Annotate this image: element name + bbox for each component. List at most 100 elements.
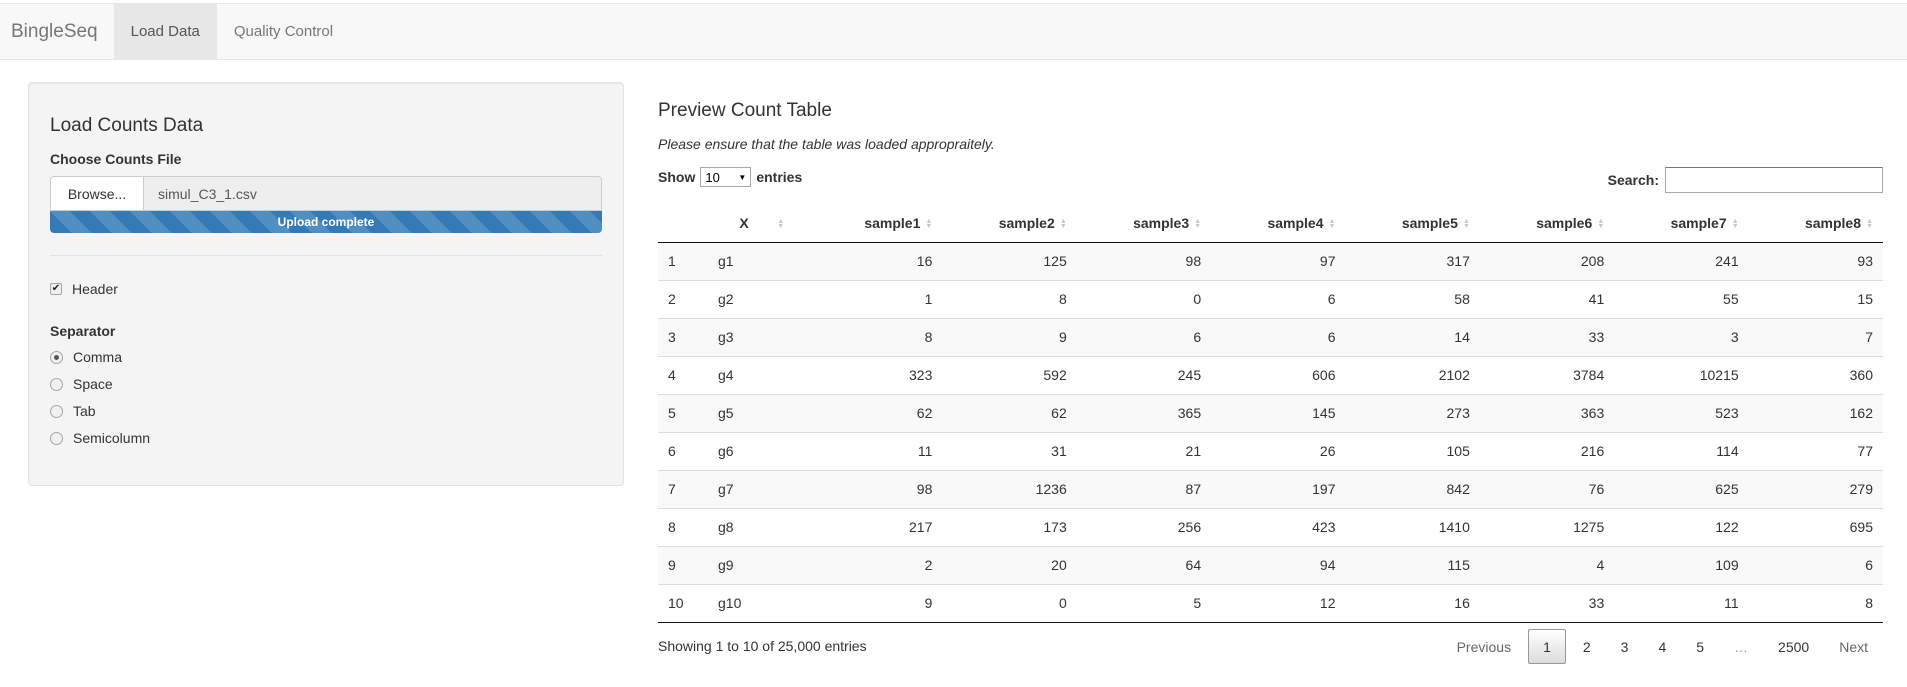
sort-icon[interactable]: ▲ ▼: [1328, 218, 1336, 230]
count-cell: 1: [808, 279, 943, 318]
checkmark-icon: ✔: [51, 283, 61, 294]
navbar: BingleSeq Load Data Quality Control: [0, 3, 1907, 60]
count-cell: 10215: [1614, 355, 1749, 394]
count-cell: 64: [1076, 545, 1212, 584]
page-button[interactable]: 4: [1643, 629, 1681, 664]
column-header-sample8[interactable]: sample8 ▲ ▼: [1748, 204, 1883, 243]
radio-button[interactable]: [50, 377, 63, 391]
gene-cell: g10: [708, 583, 808, 623]
count-cell: 6: [1076, 317, 1212, 356]
separator-option-comma[interactable]: Comma: [50, 349, 122, 365]
column-header-sample6[interactable]: sample6 ▲ ▼: [1479, 204, 1615, 243]
separator-option-tab[interactable]: Tab: [50, 403, 96, 419]
count-cell: 0: [1076, 279, 1212, 318]
row-index-cell: 10: [658, 583, 708, 623]
count-cell: 31: [942, 431, 1077, 470]
row-index-cell: 4: [658, 355, 708, 394]
count-cell: 8: [942, 279, 1077, 318]
page-button[interactable]: 2500: [1763, 629, 1824, 664]
count-cell: 62: [942, 393, 1077, 432]
entries-select-value: 10: [705, 169, 720, 185]
entries-select[interactable]: 10 ▼: [700, 167, 752, 187]
count-cell: 256: [1076, 507, 1212, 546]
next-page-button[interactable]: Next: [1824, 629, 1883, 664]
count-cell: 58: [1345, 279, 1480, 318]
upload-progress: Upload complete: [50, 211, 602, 233]
browse-button[interactable]: Browse...: [51, 177, 144, 210]
table-row: 3 g3 8 9 6 6 14 33 3 7: [658, 317, 1883, 356]
column-header-label: sample5: [1401, 214, 1458, 231]
page-button[interactable]: 1: [1528, 629, 1566, 664]
count-cell: 6: [1748, 545, 1883, 584]
count-cell: 0: [942, 583, 1077, 623]
separator-option-semicolumn[interactable]: Semicolumn: [50, 430, 150, 446]
previous-page-button[interactable]: Previous: [1442, 629, 1526, 664]
column-header-sample7[interactable]: sample7 ▲ ▼: [1614, 204, 1749, 243]
count-cell: 1275: [1479, 507, 1615, 546]
gene-cell: g3: [708, 317, 808, 356]
count-cell: 76: [1479, 469, 1615, 508]
sort-icon[interactable]: ▲ ▼: [924, 218, 932, 230]
count-cell: 7: [1748, 317, 1883, 356]
count-cell: 197: [1211, 469, 1346, 508]
tab-load-data[interactable]: Load Data: [113, 4, 217, 59]
column-header-label: sample8: [1804, 214, 1861, 231]
separator-option-space[interactable]: Space: [50, 376, 113, 392]
count-cell: 423: [1211, 507, 1346, 546]
sort-icon[interactable]: ▲ ▼: [1865, 218, 1873, 230]
page-button[interactable]: 3: [1606, 629, 1644, 664]
separator-option-label: Space: [73, 376, 113, 392]
count-cell: 4: [1479, 545, 1615, 584]
page-button[interactable]: 5: [1681, 629, 1719, 664]
column-header-label: sample1: [864, 214, 921, 231]
separator-label: Separator: [50, 323, 116, 339]
column-header-sample5[interactable]: sample5 ▲ ▼: [1345, 204, 1480, 243]
header-checkbox-row[interactable]: ✔ Header: [50, 281, 118, 297]
count-cell: 122: [1614, 507, 1749, 546]
count-cell: 2102: [1345, 355, 1480, 394]
sort-icon[interactable]: ▲ ▼: [777, 218, 785, 230]
table-info: Showing 1 to 10 of 25,000 entries: [658, 638, 867, 654]
header-checkbox[interactable]: ✔: [50, 283, 62, 295]
file-input[interactable]: Browse... simul_C3_1.csv: [50, 176, 602, 211]
radio-button[interactable]: [50, 350, 63, 364]
page-title: Preview Count Table: [658, 100, 832, 121]
sort-icon[interactable]: ▲ ▼: [1596, 218, 1604, 230]
gene-cell: g1: [708, 242, 808, 280]
page-numbers: 1 2 3 4 5 … 2500: [1526, 629, 1824, 664]
brand-title[interactable]: BingleSeq: [0, 4, 114, 59]
count-cell: 842: [1345, 469, 1480, 508]
column-header-sample1[interactable]: sample1 ▲ ▼: [808, 204, 943, 243]
sort-icon[interactable]: ▲ ▼: [1462, 218, 1470, 230]
table-row: 9 g9 2 20 64 94 115 4 109 6: [658, 545, 1883, 584]
radio-button[interactable]: [50, 431, 63, 445]
count-cell: 115: [1345, 545, 1480, 584]
sort-icon[interactable]: ▲ ▼: [1731, 218, 1739, 230]
column-header-sample3[interactable]: sample3 ▲ ▼: [1076, 204, 1212, 243]
gene-cell: g4: [708, 355, 808, 394]
count-cell: 16: [808, 242, 943, 280]
column-header-x[interactable]: X ▲ ▼: [708, 204, 808, 243]
count-cell: 162: [1748, 393, 1883, 432]
count-cell: 14: [1345, 317, 1480, 356]
count-cell: 273: [1345, 393, 1480, 432]
tab-quality-control[interactable]: Quality Control: [217, 4, 350, 59]
page-button[interactable]: 2: [1568, 629, 1606, 664]
column-header-sample2[interactable]: sample2 ▲ ▼: [942, 204, 1077, 243]
table-row: 4 g4 323 592 245 606 2102 3784 10215 360: [658, 355, 1883, 394]
column-header-sample4[interactable]: sample4 ▲ ▼: [1211, 204, 1346, 243]
search-input[interactable]: [1665, 167, 1883, 193]
count-cell: 125: [942, 242, 1077, 280]
count-cell: 1236: [942, 469, 1077, 508]
count-cell: 62: [808, 393, 943, 432]
count-cell: 93: [1748, 242, 1883, 280]
count-cell: 2: [808, 545, 943, 584]
count-cell: 105: [1345, 431, 1480, 470]
radio-button[interactable]: [50, 404, 63, 418]
table-body: 1 g1 16 125 98 97 317 208 241 93 2 g2 1 8 0 6 58 41 55 15 3 g…: [658, 242, 1883, 623]
table-header-row: X ▲ ▼ sample1 ▲ ▼ sample2 ▲ ▼ sample3 ▲ ▼ sample4 ▲ ▼ s…: [658, 204, 1883, 243]
column-header-label: sample6: [1536, 214, 1593, 231]
sort-icon[interactable]: ▲ ▼: [1193, 218, 1201, 230]
column-header-label: X: [739, 214, 749, 231]
sort-icon[interactable]: ▲ ▼: [1059, 218, 1067, 230]
